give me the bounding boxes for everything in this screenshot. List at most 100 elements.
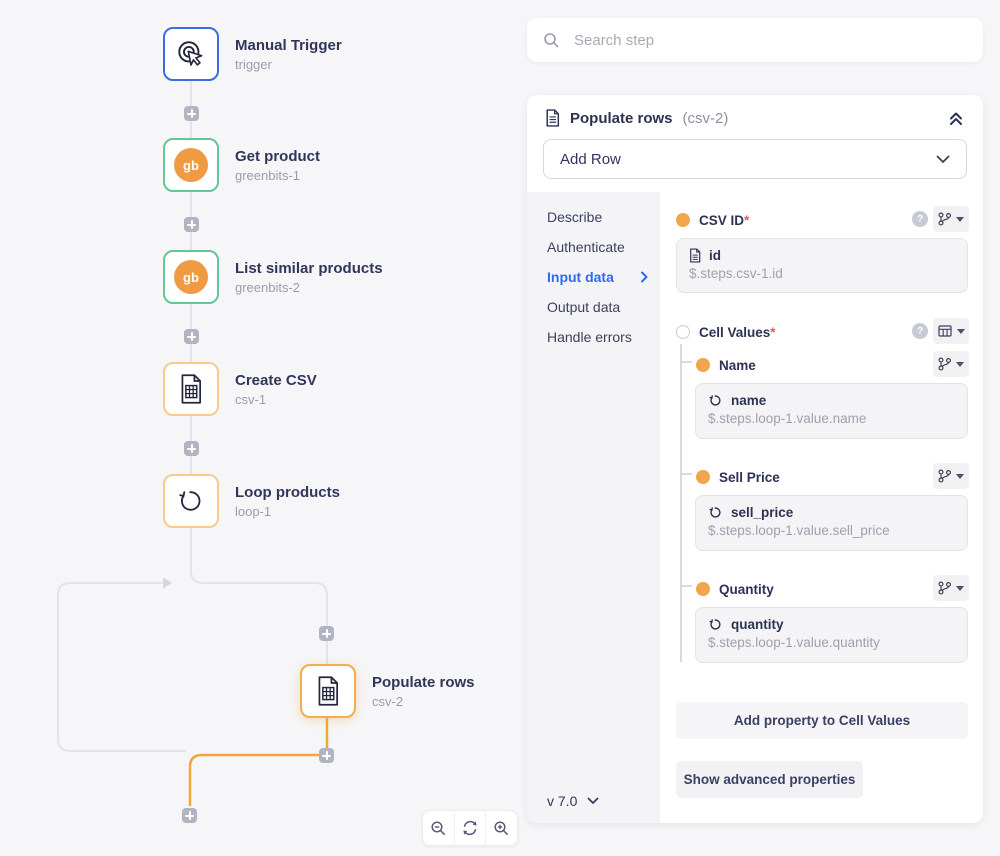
search-input[interactable] [572, 31, 967, 50]
tab-describe[interactable]: Describe [527, 202, 660, 232]
tab-handle-errors[interactable]: Handle errors [527, 322, 660, 352]
add-property-button[interactable]: Add property to Cell Values [676, 702, 968, 739]
tree-dash [680, 473, 692, 475]
caret-down-icon [957, 329, 965, 334]
node-label: List similar products greenbits-2 [235, 260, 383, 295]
cell-values-help: ? [912, 323, 928, 339]
canvas-zoom-toolbar [422, 810, 518, 846]
name-value[interactable]: name $.steps.loop-1.value.name [695, 383, 968, 439]
connector-version-select[interactable]: v 7.0 [547, 793, 599, 809]
node-label: Loop products loop-1 [235, 484, 340, 519]
add-step-plus-icon[interactable] [184, 106, 199, 121]
chevron-down-icon [936, 155, 950, 164]
zoom-in-button[interactable] [485, 811, 517, 845]
node-box-loop[interactable] [163, 474, 219, 528]
node-box-get-product[interactable]: gb [163, 138, 219, 192]
input-data-form: CSV ID* ? [660, 192, 983, 823]
cell-values-quantity-row: Quantity [696, 575, 774, 603]
tab-output-data[interactable]: Output data [527, 292, 660, 322]
operation-select[interactable]: Add Row [543, 139, 967, 179]
tab-label: Output data [547, 299, 620, 315]
add-step-plus-icon[interactable] [184, 329, 199, 344]
document-icon [689, 248, 701, 263]
node-subtitle: csv-1 [235, 392, 317, 407]
csv-id-help: ? [912, 211, 928, 227]
sell-price-value[interactable]: sell_price $.steps.loop-1.value.sell_pri… [695, 495, 968, 551]
csv-document-icon [176, 373, 206, 405]
property-dot [676, 213, 690, 227]
property-label: Sell Price [719, 470, 780, 485]
tree-dash [680, 585, 692, 587]
greenbits-icon: gb [174, 148, 208, 182]
node-create-csv[interactable]: Create CSV csv-1 [163, 362, 317, 416]
panel-tab-list: Describe Authenticate Input data Output … [527, 192, 660, 823]
chevron-down-icon [587, 797, 599, 805]
step-search-bar [527, 18, 983, 62]
node-label: Create CSV csv-1 [235, 372, 317, 407]
value-jsonpath: $.steps.csv-1.id [689, 266, 955, 281]
tab-label: Input data [547, 269, 614, 285]
node-title: Manual Trigger [235, 37, 342, 54]
property-dot-hollow [676, 325, 690, 339]
property-dot [696, 358, 710, 372]
operation-select-value: Add Row [560, 151, 621, 168]
sell-price-mapping-button[interactable] [933, 463, 969, 489]
node-get-product[interactable]: gb Get product greenbits-1 [163, 138, 320, 192]
add-step-plus-icon[interactable] [184, 217, 199, 232]
field-label: CSV ID* [699, 213, 749, 228]
loopback-arrowhead [163, 578, 172, 589]
node-list-similar-products[interactable]: gb List similar products greenbits-2 [163, 250, 383, 304]
branch-icon [938, 357, 951, 371]
node-title: List similar products [235, 260, 383, 277]
help-icon[interactable]: ? [912, 211, 928, 227]
node-box-create-csv[interactable] [163, 362, 219, 416]
field-label: Cell Values* [699, 325, 776, 340]
zoom-out-button[interactable] [423, 811, 454, 845]
tab-input-data[interactable]: Input data [527, 262, 660, 292]
help-icon[interactable]: ? [912, 323, 928, 339]
add-step-plus-icon[interactable] [184, 441, 199, 456]
double-chevron-up-icon [947, 110, 965, 127]
name-mapping-button[interactable] [933, 351, 969, 377]
workflow-builder: Manual Trigger trigger gb Get product gr… [0, 0, 1000, 856]
quantity-mapping-button[interactable] [933, 575, 969, 601]
node-box-list-similar[interactable]: gb [163, 250, 219, 304]
tab-label: Handle errors [547, 329, 632, 345]
chevron-right-icon [641, 271, 648, 283]
csv-document-icon [313, 675, 343, 707]
node-manual-trigger[interactable]: Manual Trigger trigger [163, 27, 342, 81]
quantity-value[interactable]: quantity $.steps.loop-1.value.quantity [695, 607, 968, 663]
tab-label: Authenticate [547, 239, 625, 255]
show-advanced-properties-button[interactable]: Show advanced properties [676, 761, 863, 798]
csv-id-field-row: CSV ID* [676, 206, 749, 234]
cell-values-type-button[interactable] [933, 318, 969, 344]
zoom-out-icon [430, 820, 447, 837]
caret-down-icon [956, 586, 964, 591]
csv-id-value[interactable]: id $.steps.csv-1.id [676, 238, 968, 293]
node-label: Get product greenbits-1 [235, 148, 320, 183]
document-icon [545, 109, 560, 127]
reset-zoom-button[interactable] [454, 811, 486, 845]
manual-trigger-icon [175, 38, 207, 70]
node-title: Create CSV [235, 372, 317, 389]
node-title: Get product [235, 148, 320, 165]
collapse-panel-button[interactable] [947, 110, 965, 127]
caret-down-icon [956, 217, 964, 222]
node-box-manual-trigger[interactable] [163, 27, 219, 81]
add-step-plus-icon[interactable] [182, 808, 197, 823]
panel-step-title: Populate rows [570, 110, 673, 127]
node-loop-products[interactable]: Loop products loop-1 [163, 474, 340, 528]
property-label: Name [719, 358, 756, 373]
node-populate-rows[interactable]: Populate rows csv-2 [300, 664, 475, 718]
loop-icon [176, 486, 206, 516]
search-icon [543, 32, 560, 49]
tab-authenticate[interactable]: Authenticate [527, 232, 660, 262]
node-box-populate-rows[interactable] [300, 664, 356, 718]
add-step-plus-icon[interactable] [319, 748, 334, 763]
csv-id-mapping-button[interactable] [933, 206, 969, 232]
add-step-plus-icon[interactable] [319, 626, 334, 641]
value-name: sell_price [731, 505, 793, 520]
panel-step-id: (csv-2) [683, 110, 729, 127]
version-label: v 7.0 [547, 793, 577, 809]
property-dot [696, 582, 710, 596]
